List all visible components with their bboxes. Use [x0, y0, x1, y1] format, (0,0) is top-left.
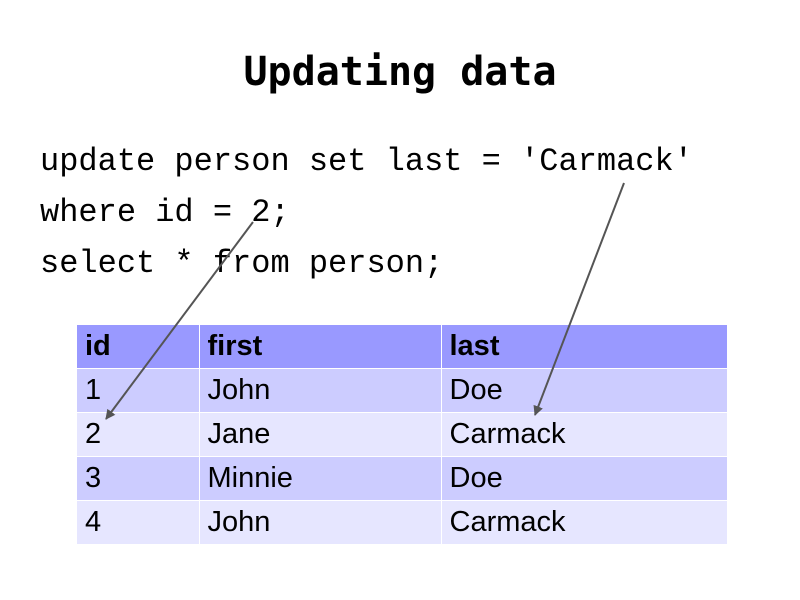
cell-id: 1: [77, 368, 200, 413]
sql-code-block: update person set last = 'Carmack' where…: [40, 136, 693, 289]
cell-first: John: [199, 500, 442, 545]
person-result-table: id first last 1 John Doe 2 Jane Carmack …: [77, 325, 727, 545]
slide-title: Updating data: [243, 49, 557, 95]
cell-last: Carmack: [441, 500, 727, 545]
cell-id: 3: [77, 456, 200, 501]
table-row: 2 Jane Carmack: [77, 412, 727, 457]
column-header-first: first: [199, 325, 442, 369]
table-row: 3 Minnie Doe: [77, 456, 727, 501]
cell-first: John: [199, 368, 442, 413]
cell-last: Carmack: [441, 412, 727, 457]
sql-where-line: where id = 2;: [40, 194, 290, 231]
sql-update-line: update person set last = 'Carmack': [40, 143, 693, 180]
cell-id: 4: [77, 500, 200, 545]
cell-last: Doe: [441, 456, 727, 501]
cell-last: Doe: [441, 368, 727, 413]
column-header-last: last: [441, 325, 727, 369]
table-row: 1 John Doe: [77, 368, 727, 413]
cell-first: Jane: [199, 412, 442, 457]
column-header-id: id: [77, 325, 200, 369]
table-header-row: id first last: [77, 325, 727, 369]
cell-first: Minnie: [199, 456, 442, 501]
sql-select-line: select * from person;: [40, 245, 444, 282]
table-row: 4 John Carmack: [77, 500, 727, 545]
cell-id: 2: [77, 412, 200, 457]
